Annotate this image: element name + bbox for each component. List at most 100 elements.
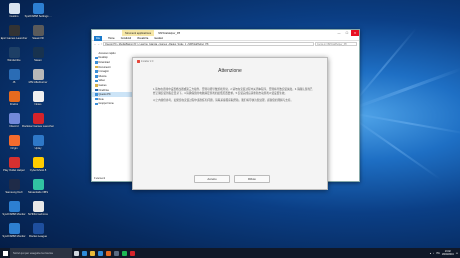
app-icon [8, 201, 20, 212]
folder-icon [95, 84, 98, 87]
desktop-icon[interactable]: Discord [2, 112, 26, 135]
dialog-paragraph: 以上内容供参考，如果您在安装过程中遇到任何问题，请联系客服获取帮助。我们将尽快为… [153, 99, 294, 103]
desktop-icon-label: Play Outlet Helper [3, 169, 25, 172]
desktop-icon[interactable]: MSI Afterburner [26, 68, 50, 91]
close-icon[interactable]: ✕ [351, 30, 359, 36]
forward-arrow-icon[interactable]: → [97, 43, 99, 46]
app-icon [32, 201, 44, 212]
language-indicator[interactable]: ITA [436, 252, 440, 255]
clock[interactable]: 13:02 18/03/2019 [442, 250, 454, 256]
explorer-title: NMTotalHelper_P8 [158, 31, 181, 35]
desktop-icon[interactable]: SysOrb868 Settings ... [24, 2, 52, 25]
desktop-icon[interactable]: Samsung DeX [2, 178, 26, 201]
ribbon-tab[interactable]: Home [108, 37, 115, 40]
steam-icon[interactable] [112, 248, 120, 258]
refuse-button[interactable]: Rifiuto [234, 175, 270, 183]
app-icon [32, 157, 44, 168]
task-view-icon[interactable] [72, 248, 80, 258]
desktop-icon[interactable]: CyberGhost 8 [26, 156, 50, 179]
back-arrow-icon[interactable]: ← [94, 43, 96, 46]
nav-item-label: Immagini [98, 70, 109, 74]
desktop-icon[interactable]: Windscribe [2, 46, 26, 69]
firefox-icon[interactable] [104, 248, 112, 258]
clock-date: 18/03/2019 [441, 253, 454, 256]
folder-icon[interactable] [88, 248, 96, 258]
app-icon[interactable] [128, 248, 136, 258]
app-icon [32, 47, 44, 58]
ribbon-tab[interactable]: File [94, 35, 103, 41]
desktop-icon[interactable]: Cestino [2, 2, 26, 25]
wallpaper-beam [351, 27, 418, 106]
desktop-icon-label: SysOrb868 Settings ... [24, 15, 52, 18]
windows-logo-icon [2, 250, 8, 256]
desktop-icon[interactable]: SteamVR [26, 24, 50, 47]
desktop-icon[interactable]: SysOrb868 Monitor [2, 200, 26, 223]
desktop-icon-label: Rockstar Games Launcher [22, 125, 54, 128]
folder-icon [95, 102, 98, 106]
app-icon [8, 223, 20, 234]
desktop-icon[interactable]: SysOrb868 Monitor [2, 222, 26, 245]
desktop-icon-label: Streamlabs OBS [27, 191, 48, 194]
app-icon [32, 91, 44, 102]
app-icon [8, 47, 20, 58]
desktop-icon[interactable]: Epic Games Launcher [1, 24, 27, 47]
desktop-icon[interactable]: J6 [2, 68, 26, 91]
desktop-icon-label: SysOrb868 Monitor [2, 213, 26, 216]
address-bar-row: ← → ↑ Questo PC › Media/Bagno (D:) › Lau… [92, 41, 359, 47]
navigation-pane: Accesso rapido Desktop Download Documenti Im… [92, 49, 132, 176]
nav-item[interactable]: Gruppo home [92, 102, 132, 107]
taskbar-apps [72, 248, 136, 258]
desktop-icon[interactable]: Steam [26, 46, 50, 69]
start-button[interactable] [0, 248, 10, 258]
explorer-titlebar[interactable]: Strumenti applicazione NMTotalHelper_P8 … [92, 30, 359, 36]
desktop-icon-label: Cestino [9, 15, 19, 18]
maximize-icon[interactable]: ☐ [343, 30, 351, 36]
desktop-icon[interactable]: NVIDIA GeForce [26, 200, 50, 223]
desktop-icon-label: Firefox [9, 103, 19, 106]
desktop-icon-label: Uplay [34, 147, 42, 150]
notifications-icon[interactable]: ▭ [456, 252, 458, 255]
desktop-icon[interactable]: Rockstar Games Launcher [22, 112, 54, 135]
desktop-icon[interactable]: Origin [2, 134, 26, 157]
desktop-icon[interactable]: Rocket League [26, 222, 50, 245]
desktop-icon[interactable]: Streamlabs OBS [26, 178, 50, 201]
nav-item-label: Rete [98, 97, 104, 101]
dialog-app-name: Installer 2.0 [141, 59, 154, 63]
up-arrow-icon[interactable]: ↑ [101, 43, 102, 46]
desktop-icon[interactable]: Notes [26, 90, 50, 113]
system-tray: ▴ ♪ ITA 13:02 18/03/2019 ▭ [430, 248, 458, 258]
taskbar-search-input[interactable]: Scrivi qui per eseguire la ricerca [10, 248, 72, 258]
desktop-icon-label: Windscribe [7, 59, 21, 62]
nav-item-label: Video [98, 79, 105, 83]
desktop-icon-label: NVIDIA GeForce [27, 213, 48, 216]
minimize-icon[interactable]: — [335, 30, 343, 36]
folder-icon [95, 88, 98, 92]
accept-button[interactable]: Accetto [194, 175, 230, 183]
desktop-icon[interactable]: Uplay [26, 134, 50, 157]
desktop-icon-label: SteamVR [32, 37, 44, 40]
ribbon-tab[interactable]: Gestisci [154, 37, 163, 40]
dialog-paragraph: 1.请勿在游戏中设置修改器或第三方插件，否则可能导致游戏异常。2.请勿在安装过程… [153, 88, 313, 95]
desktop-icon-label: Notes [34, 103, 42, 106]
app-icon [32, 135, 44, 146]
explorer-status: 9 elementi [94, 177, 106, 180]
volume-icon[interactable]: ♪ [433, 252, 434, 255]
app-logo-icon [137, 59, 140, 63]
context-tab[interactable]: Strumenti applicazione [122, 30, 155, 36]
address-path[interactable]: Questo PC › Media/Bagno (D:) › Laurina_G… [102, 41, 314, 47]
store-icon[interactable] [96, 248, 104, 258]
ribbon-tab[interactable]: Visualizza [137, 37, 148, 40]
app-icon [8, 179, 20, 190]
nav-item-label: Games [98, 83, 107, 87]
network-icon[interactable]: ▴ [430, 252, 431, 255]
spotify-icon[interactable] [120, 248, 128, 258]
nav-item-label: OneDrive [98, 88, 110, 92]
desktop-icon[interactable]: Firefox [2, 90, 26, 113]
ribbon-tab[interactable]: Condividi [121, 37, 131, 40]
folder-icon [95, 97, 98, 101]
edge-icon[interactable] [80, 248, 88, 258]
desktop-icon[interactable]: Play Outlet Helper [2, 156, 26, 179]
desktop-icon-label: MSI Afterburner [28, 81, 48, 84]
explorer-search-input[interactable]: Cerca in NMTotalHelper_P8 [315, 41, 357, 47]
app-icon [32, 69, 44, 80]
